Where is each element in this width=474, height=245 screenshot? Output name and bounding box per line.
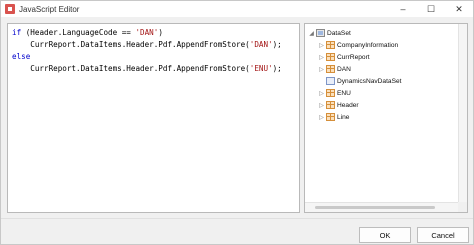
tree-node-dan[interactable]: ▷ DAN (318, 63, 351, 75)
tree-node-dataset[interactable]: ◢ DataSet (308, 27, 351, 39)
tree-node-label: Header (337, 101, 359, 109)
table-icon (326, 41, 335, 49)
window-title: JavaScript Editor (19, 4, 80, 14)
cancel-button[interactable]: Cancel (417, 227, 469, 243)
field-icon (326, 77, 335, 85)
code-string: 'DAN' (135, 28, 159, 37)
dataset-tree[interactable]: ◢ DataSet ▷ CompanyInformation ▷ CurrRep… (304, 23, 468, 213)
table-icon (326, 65, 335, 73)
code-line[interactable]: CurrReport.DataItems.Header.Pdf.AppendFr… (12, 63, 281, 75)
tree-node-label: Line (337, 113, 350, 121)
app-icon (5, 4, 15, 14)
expand-icon[interactable]: ▷ (318, 102, 325, 109)
dataset-icon (316, 29, 325, 37)
tree-node-label: CurrReport (337, 53, 370, 61)
javascript-editor-window: JavaScript Editor – ☐ ✕ if (Header.Langu… (0, 0, 474, 245)
scrollbar-thumb[interactable] (315, 206, 435, 209)
code-line[interactable]: if (Header.LanguageCode == 'DAN') (12, 27, 282, 39)
table-icon (326, 113, 335, 121)
expand-icon[interactable]: ▷ (318, 66, 325, 73)
table-icon (326, 89, 335, 97)
tree-node-label: ENU (337, 89, 351, 97)
scrollbar-corner (458, 202, 467, 212)
code-string: 'DAN' (249, 40, 273, 49)
ok-button[interactable]: OK (359, 227, 411, 243)
table-icon (326, 101, 335, 109)
tree-node-label: DataSet (327, 29, 351, 37)
tree-node-enu[interactable]: ▷ ENU (318, 87, 351, 99)
tree-node-header[interactable]: ▷ Header (318, 99, 359, 111)
tree-node-dynamicsnavdataset[interactable]: DynamicsNavDataSet (318, 75, 402, 87)
tree-horizontal-scrollbar[interactable] (305, 202, 458, 212)
expand-icon[interactable]: ▷ (318, 42, 325, 49)
tree-vertical-scrollbar[interactable] (458, 24, 467, 202)
footer-divider (1, 218, 473, 219)
tree-node-label: DAN (337, 65, 351, 73)
collapse-icon[interactable]: ◢ (308, 30, 315, 37)
expand-icon[interactable]: ▷ (318, 54, 325, 61)
tree-node-label: DynamicsNavDataSet (337, 77, 402, 85)
code-editor[interactable]: if (Header.LanguageCode == 'DAN') CurrRe… (7, 23, 300, 213)
close-icon[interactable]: ✕ (445, 1, 473, 17)
tree-node-currreport[interactable]: ▷ CurrReport (318, 51, 370, 63)
code-line[interactable]: CurrReport.DataItems.Header.Pdf.AppendFr… (12, 39, 281, 51)
maximize-icon[interactable]: ☐ (417, 1, 445, 17)
code-text[interactable]: if (Header.LanguageCode == 'DAN') CurrRe… (12, 27, 282, 75)
code-line[interactable]: else (12, 51, 282, 63)
code-string: 'ENU' (249, 64, 273, 73)
tree-node-line[interactable]: ▷ Line (318, 111, 349, 123)
code-keyword: if (12, 28, 22, 37)
expand-icon[interactable]: ▷ (318, 90, 325, 97)
window-controls: – ☐ ✕ (389, 1, 473, 17)
tree-node-label: CompanyInformation (337, 41, 399, 49)
minimize-icon[interactable]: – (389, 1, 417, 17)
tree-node-companyinformation[interactable]: ▷ CompanyInformation (318, 39, 398, 51)
expand-icon[interactable]: ▷ (318, 114, 325, 121)
table-icon (326, 53, 335, 61)
code-keyword: else (12, 52, 31, 61)
title-bar: JavaScript Editor – ☐ ✕ (1, 1, 473, 17)
